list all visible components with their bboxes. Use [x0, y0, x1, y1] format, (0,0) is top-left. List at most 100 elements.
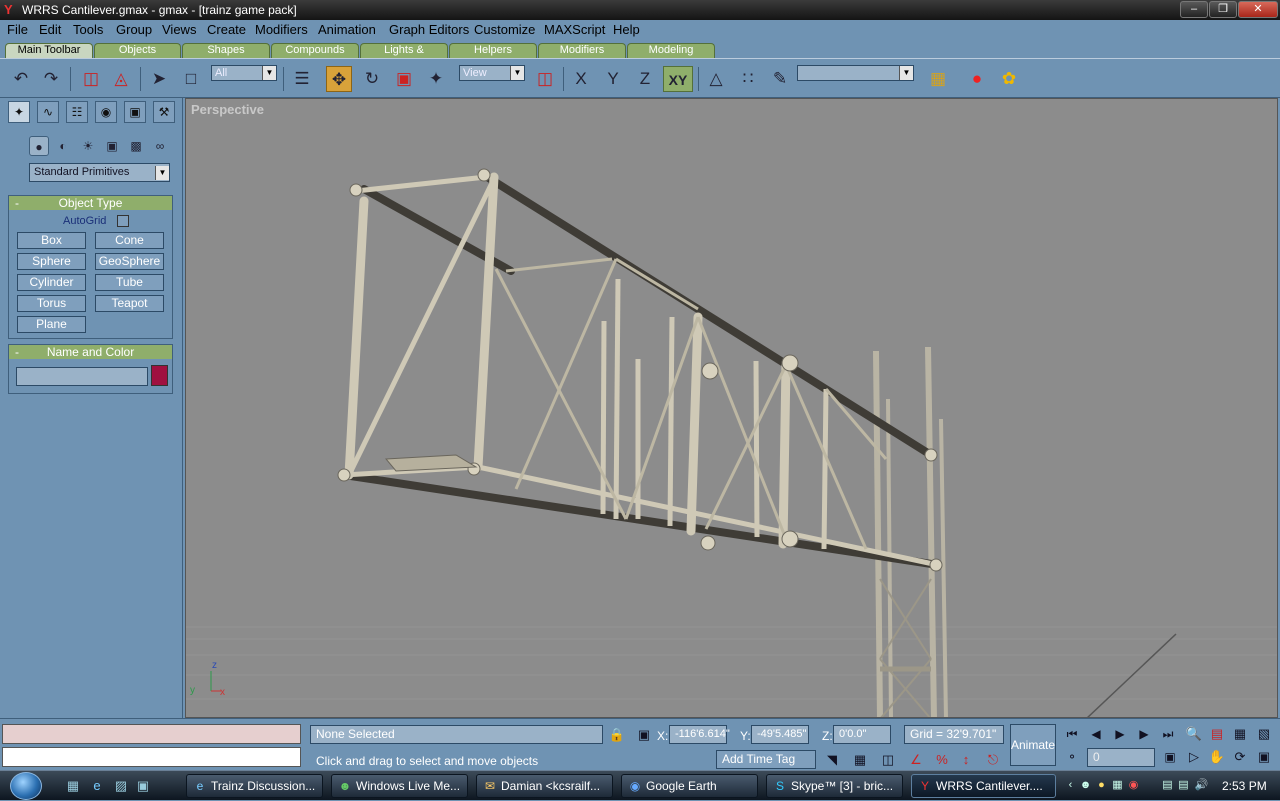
menu-animation[interactable]: Animation — [318, 22, 376, 37]
taskbar-item-windows-live[interactable]: ☻ Windows Live Me... — [331, 774, 468, 798]
program-icon[interactable]: ▣ — [134, 777, 152, 795]
named-selection-sets-dropdown[interactable]: ▼ — [797, 65, 914, 81]
cone-button[interactable]: Cone — [95, 232, 164, 249]
maxscript-listener-output[interactable] — [2, 724, 301, 744]
zoom-icon[interactable]: 🔍 — [1184, 724, 1204, 744]
tray-antivirus-icon[interactable]: ◉ — [1126, 778, 1141, 793]
go-to-end-icon[interactable]: ⏭ — [1158, 725, 1178, 743]
name-and-color-rollout-header[interactable]: - Name and Color — [9, 345, 172, 359]
tab-shapes[interactable]: Shapes — [182, 43, 270, 58]
space-warps-icon[interactable]: ∞ — [150, 136, 170, 156]
modify-tab-icon[interactable]: ∿ — [37, 101, 59, 123]
undo-icon[interactable]: ↶ — [8, 66, 34, 92]
lights-icon[interactable]: ☀ — [78, 136, 98, 156]
object-category-dropdown[interactable]: Standard Primitives ▼ — [29, 163, 170, 182]
taskbar-item-damian[interactable]: ✉ Damian <kcsrailf... — [476, 774, 613, 798]
desktop-switch-icon[interactable]: ▨ — [112, 777, 130, 795]
key-mode-icon[interactable]: ⎋ — [983, 750, 1003, 770]
percent-snap-icon[interactable]: % — [932, 750, 952, 770]
select-and-scale-icon[interactable]: ▣ — [391, 66, 417, 92]
maximize-button[interactable]: ❐ — [1209, 1, 1237, 18]
render-scene-icon[interactable]: ✿ — [996, 66, 1022, 92]
select-manipulate-icon[interactable]: ✦ — [423, 66, 449, 92]
menu-create[interactable]: Create — [207, 22, 246, 37]
select-and-move-icon[interactable]: ✥ — [326, 66, 352, 92]
tray-expand-icon[interactable]: ‹ — [1063, 778, 1078, 793]
schematic-view-icon[interactable]: ▦ — [925, 66, 951, 92]
unlink-selection-icon[interactable]: ◬ — [108, 66, 134, 92]
tube-button[interactable]: Tube — [95, 274, 164, 291]
absolute-mode-icon[interactable]: ▣ — [634, 725, 654, 745]
internet-explorer-icon[interactable]: e — [88, 777, 106, 795]
tray-app-icon[interactable]: ● — [1094, 778, 1109, 793]
animate-button[interactable]: Animate — [1010, 724, 1056, 766]
maximize-viewport-icon[interactable]: ▣ — [1254, 747, 1274, 767]
volume-icon[interactable]: 🔊 — [1194, 778, 1209, 793]
cameras-icon[interactable]: ▣ — [102, 136, 122, 156]
tab-objects[interactable]: Objects — [94, 43, 181, 58]
zoom-extents-icon[interactable]: ▦ — [1230, 724, 1250, 744]
array-icon[interactable]: ∷ — [735, 66, 761, 92]
selection-filter-dropdown[interactable]: All ▼ — [211, 65, 277, 81]
menu-file[interactable]: File — [7, 22, 28, 37]
messenger-tray-icon[interactable]: ☻ — [1078, 778, 1093, 793]
arc-rotate-icon[interactable]: ⟳ — [1230, 747, 1250, 767]
sphere-button[interactable]: Sphere — [17, 253, 86, 270]
select-by-name-icon[interactable]: ☰ — [289, 66, 315, 92]
viewport-label[interactable]: Perspective — [191, 102, 264, 117]
zoom-extents-all-icon[interactable]: ▧ — [1254, 724, 1274, 744]
next-frame-icon[interactable]: ▶ — [1134, 725, 1154, 743]
menu-tools[interactable]: Tools — [73, 22, 103, 37]
align-icon[interactable]: ✎ — [767, 66, 793, 92]
menu-modifiers[interactable]: Modifiers — [255, 22, 308, 37]
z-coord-field[interactable]: 0'0.0" — [833, 725, 891, 744]
menu-maxscript[interactable]: MAXScript — [544, 22, 605, 37]
show-desktop-icon[interactable]: ▦ — [64, 777, 82, 795]
select-object-icon[interactable]: ➤ — [146, 66, 172, 92]
tab-compounds[interactable]: Compounds — [271, 43, 359, 58]
restrict-to-xy-button[interactable]: XY — [663, 66, 693, 92]
key-icon[interactable]: ⚬ — [1062, 748, 1082, 766]
cylinder-button[interactable]: Cylinder — [17, 274, 86, 291]
reference-coordinate-dropdown[interactable]: View ▼ — [459, 65, 525, 81]
geosphere-button[interactable]: GeoSphere — [95, 253, 164, 270]
tab-main-toolbar[interactable]: Main Toolbar — [5, 43, 93, 58]
add-time-tag-button[interactable]: Add Time Tag — [716, 750, 816, 769]
menu-edit[interactable]: Edit — [39, 22, 61, 37]
restrict-to-y-button[interactable]: Y — [600, 66, 626, 92]
current-frame-field[interactable]: 0 — [1087, 748, 1155, 767]
autogrid-checkbox[interactable] — [117, 215, 129, 227]
taskbar-item-trainz[interactable]: e Trainz Discussion... — [186, 774, 323, 798]
material-editor-icon[interactable]: ● — [964, 66, 990, 92]
pan-hand-icon[interactable]: ✋ — [1207, 747, 1227, 767]
select-and-link-icon[interactable]: ◫ — [78, 66, 104, 92]
play-icon[interactable]: ▶ — [1110, 725, 1130, 743]
redo-icon[interactable]: ↷ — [38, 66, 64, 92]
x-coord-field[interactable]: -116'6.614" — [669, 725, 730, 744]
maxscript-listener-input[interactable] — [2, 747, 301, 767]
menu-help[interactable]: Help — [613, 22, 640, 37]
mirror-icon[interactable]: △ — [703, 66, 729, 92]
tab-lights-cameras[interactable]: Lights & Cameras — [360, 43, 448, 69]
perspective-viewport[interactable]: z y x Perspective — [185, 98, 1278, 718]
zoom-all-icon[interactable]: ▤ — [1207, 724, 1227, 744]
restrict-to-z-button[interactable]: Z — [632, 66, 658, 92]
angle-snap-icon[interactable]: ∠ — [906, 750, 926, 770]
create-tab-icon[interactable]: ✦ — [8, 101, 30, 123]
snap-toggle-icon[interactable]: ▦ — [850, 750, 870, 770]
geometry-icon[interactable]: ● — [29, 136, 49, 156]
tray-monitor-icon[interactable]: ▦ — [1110, 778, 1125, 793]
selection-lock-icon[interactable]: ◫ — [878, 750, 898, 770]
shapes-icon[interactable]: ◐ — [53, 136, 73, 156]
network-icon[interactable]: ▤ — [1176, 778, 1191, 793]
select-and-rotate-icon[interactable]: ↻ — [359, 66, 385, 92]
object-type-rollout-header[interactable]: - Object Type — [9, 196, 172, 210]
menu-customize[interactable]: Customize — [474, 22, 535, 37]
network-icon[interactable]: ▤ — [1160, 778, 1175, 793]
close-button[interactable]: ✕ — [1238, 1, 1278, 18]
rectangular-selection-icon[interactable]: □ — [178, 66, 204, 92]
display-tab-icon[interactable]: ▣ — [124, 101, 146, 123]
lock-selection-icon[interactable]: 🔒 — [607, 725, 627, 745]
spinner-snap-icon[interactable]: ↕ — [956, 750, 976, 770]
tab-modeling[interactable]: Modeling — [627, 43, 715, 58]
